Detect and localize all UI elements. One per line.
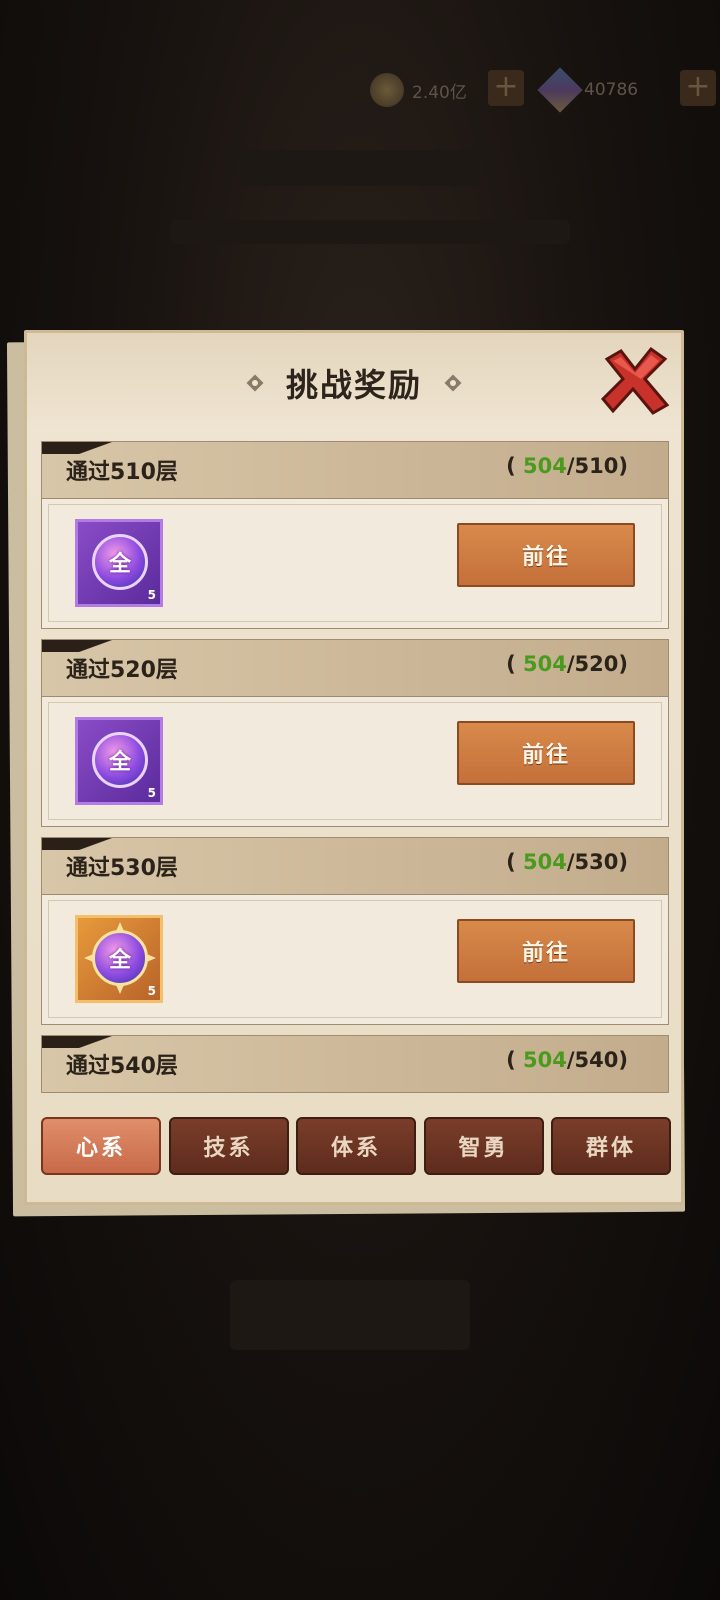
panel-title: 挑战奖励 xyxy=(285,366,422,404)
item-mark: 5 xyxy=(147,588,156,602)
orb: 全 xyxy=(92,534,148,590)
progress-text: ( 504/510) xyxy=(506,454,628,478)
background-tab-bar xyxy=(240,150,480,186)
tab-ji[interactable]: 技系 xyxy=(168,1117,289,1175)
progress-current: 504 xyxy=(523,454,567,478)
card-title: 通过510层 xyxy=(66,460,178,485)
tab-zhiyong[interactable]: 智勇 xyxy=(423,1117,544,1175)
progress-text: ( 504/520) xyxy=(506,652,628,676)
reward-list[interactable]: 通过510层 ( 504/510) 全 5 前往 通过520层 ( 504/52… xyxy=(41,441,669,1093)
item-mark: 5 xyxy=(147,984,156,998)
background-button xyxy=(230,1280,470,1350)
card-title: 通过530层 xyxy=(66,856,178,881)
progress-target: /520 xyxy=(566,652,619,676)
tab-xin[interactable]: 心系 xyxy=(41,1117,161,1175)
goto-button[interactable]: 前往 xyxy=(457,523,635,587)
progress-current: 504 xyxy=(523,652,567,676)
add-gems-button[interactable]: + xyxy=(680,70,716,106)
category-tabs: 心系 技系 体系 智勇 群体 xyxy=(41,1117,671,1177)
card-body: 全 5 前往 xyxy=(48,702,662,820)
progress-current: 504 xyxy=(523,850,567,874)
purple-all-orb-icon[interactable]: 全 5 xyxy=(75,519,163,607)
progress-target: /530 xyxy=(566,850,619,874)
purple-all-orb-icon[interactable]: 全 5 xyxy=(75,717,163,805)
tab-ti[interactable]: 体系 xyxy=(296,1117,416,1175)
close-x-icon xyxy=(600,346,670,415)
card-title: 通过520层 xyxy=(66,658,178,683)
shuriken-left-icon xyxy=(244,372,266,394)
card-body: 全 5 前往 xyxy=(48,504,662,622)
card-body: 全 5 前往 xyxy=(48,900,662,1018)
gem-icon xyxy=(537,67,583,113)
coin-amount: 2.40亿 xyxy=(412,82,467,103)
reward-card: 通过510层 ( 504/510) 全 5 前往 xyxy=(41,441,669,629)
coin-icon xyxy=(370,73,404,107)
coin-counter: 2.40亿 xyxy=(370,70,467,110)
reward-card: 通过530层 ( 504/530) 全 5 前往 xyxy=(41,837,669,1025)
progress-text: ( 504/530) xyxy=(506,850,628,874)
item-mark: 5 xyxy=(147,786,156,800)
gem-amount: 40786 xyxy=(584,80,639,100)
challenge-reward-panel: 挑战奖励 通过510层 ( 504/510) 全 5 前往 通过520层 (5… xyxy=(24,330,684,1205)
progress-text: ( 504/540) xyxy=(506,1048,628,1072)
goto-button[interactable]: 前往 xyxy=(457,919,635,983)
tab-qunti[interactable]: 群体 xyxy=(551,1117,671,1175)
progress-target: /510 xyxy=(566,454,619,478)
card-header: 通过530层 ( 504/530) xyxy=(42,838,668,895)
card-header: 通过520层 ( 504/520) xyxy=(42,640,668,697)
panel-title-bar: 挑战奖励 xyxy=(27,361,681,405)
resource-bar: 2.40亿 + 40786 + xyxy=(360,67,720,113)
gem-counter: 40786 xyxy=(537,67,639,113)
card-header: 通过510层 ( 504/510) xyxy=(42,442,668,499)
reward-card: 通过520层 ( 504/520) 全 5 前往 xyxy=(41,639,669,827)
goto-button[interactable]: 前往 xyxy=(457,721,635,785)
card-title: 通过540层 xyxy=(66,1054,178,1079)
add-coins-button[interactable]: + xyxy=(488,70,524,106)
card-header: 通过540层 ( 504/540) xyxy=(42,1036,668,1093)
orb: 全 xyxy=(92,732,148,788)
orb: 全 xyxy=(92,930,148,986)
close-button[interactable] xyxy=(599,345,671,417)
shuriken-right-icon xyxy=(442,372,464,394)
progress-current: 504 xyxy=(523,1048,567,1072)
reward-card: 通过540层 ( 504/540) xyxy=(41,1035,669,1093)
background-subtitle xyxy=(170,220,570,244)
progress-target: /540 xyxy=(566,1048,619,1072)
orange-all-compass-icon[interactable]: 全 5 xyxy=(75,915,163,1003)
